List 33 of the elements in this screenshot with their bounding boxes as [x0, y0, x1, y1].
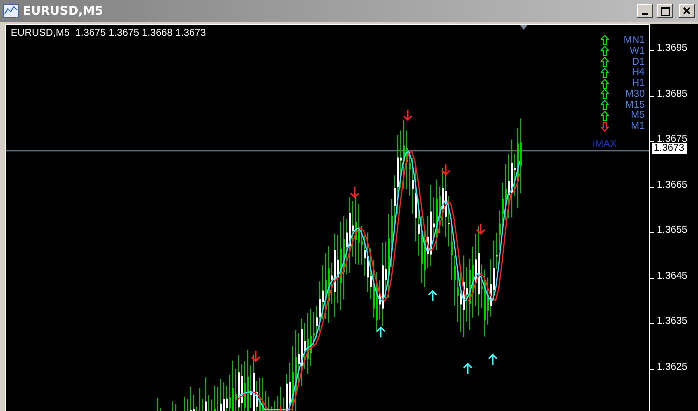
- maximize-button[interactable]: [657, 4, 673, 18]
- price-label: 1.3685: [657, 88, 688, 100]
- timeframe-label: H4: [631, 67, 645, 78]
- price-label: 1.3665: [657, 180, 688, 190]
- chart-shift-icon: [520, 25, 528, 30]
- window-title: EURUSD,M5: [23, 4, 104, 18]
- chart-window-icon: [3, 4, 19, 18]
- timeframe-label: M15: [624, 100, 645, 111]
- price-label: 1.3695: [657, 43, 688, 54]
- maximize-icon: [660, 6, 670, 16]
- price-label: 1.3625: [657, 362, 688, 372]
- timeframe-label: W1: [629, 46, 645, 57]
- buy-signal-arrow: [463, 362, 473, 375]
- timeframe-label: M5: [630, 110, 645, 122]
- down-arrow-icon: [601, 122, 609, 132]
- indicator-label: iMAX: [593, 139, 617, 150]
- price-label: 1.3635: [657, 316, 688, 327]
- close-button[interactable]: [679, 4, 695, 18]
- minimize-button[interactable]: [637, 4, 653, 18]
- timeframe-label: H1: [631, 78, 645, 90]
- current-price-label: 1.3673: [652, 143, 687, 154]
- timeframe-label: D1: [631, 56, 645, 68]
- price-label: 1.3645: [657, 270, 688, 282]
- timeframe-label: M1: [630, 121, 645, 132]
- close-icon: [683, 7, 691, 15]
- buy-signal-arrow: [488, 354, 498, 366]
- timeframe-label: MN1: [622, 34, 645, 46]
- buy-signal-arrow: [376, 326, 386, 338]
- timeframe-label: M30: [624, 88, 645, 100]
- price-label: 1.3655: [657, 225, 688, 236]
- price-label: 1.3675: [657, 134, 688, 145]
- chart-header: EURUSD,M5 1.3675 1.3675 1.3668 1.3673: [11, 28, 206, 39]
- buy-signal-arrow: [428, 290, 438, 302]
